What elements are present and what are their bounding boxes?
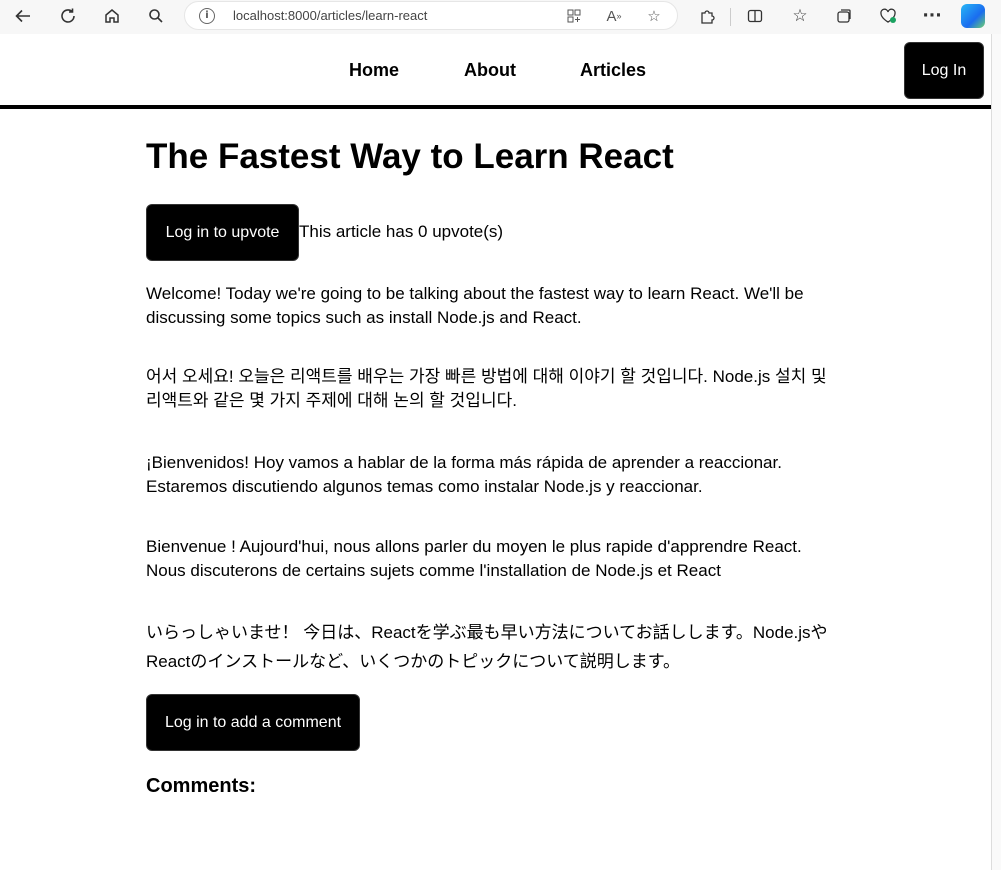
add-comment-button[interactable]: Log in to add a comment (146, 694, 360, 751)
page-title: The Fastest Way to Learn React (146, 137, 674, 176)
site-navbar: Home About Articles Log In (0, 34, 991, 106)
url-text: localhost:8000/articles/learn-react (233, 8, 428, 23)
toolbar-divider (730, 8, 731, 26)
apps-icon[interactable] (563, 6, 585, 26)
paragraph-korean: 어서 오세요! 오늘은 리액트를 배우는 가장 빠른 방법에 대해 이야기 할 … (146, 367, 827, 410)
home-icon[interactable] (97, 2, 127, 30)
upvote-button[interactable]: Log in to upvote (146, 204, 299, 261)
favorite-star-icon[interactable]: ☆ (643, 6, 665, 26)
nav-divider (0, 105, 991, 109)
favorites-icon[interactable]: ☆ (785, 2, 815, 30)
nav-link-about[interactable]: About (464, 60, 516, 81)
nav-link-home[interactable]: Home (349, 60, 399, 81)
more-icon[interactable]: ··· (917, 2, 947, 30)
extensions-icon[interactable] (692, 2, 722, 30)
paragraph-french: Bienvenue ! Aujourd'hui, nous allons par… (146, 537, 802, 580)
browser-essentials-icon[interactable] (873, 2, 903, 30)
copilot-icon[interactable] (961, 4, 985, 28)
comments-heading: Comments: (146, 775, 257, 797)
search-icon[interactable] (141, 2, 171, 30)
read-aloud-icon[interactable]: A» (603, 6, 625, 26)
paragraph-english: Welcome! Today we're going to be talking… (146, 284, 804, 327)
collections-icon[interactable] (829, 2, 859, 30)
site-info-icon[interactable]: i (199, 8, 215, 24)
paragraph-spanish: ¡Bienvenidos! Hoy vamos a hablar de la f… (146, 453, 782, 496)
back-icon[interactable] (8, 2, 38, 30)
paragraph-japanese: いらっしゃいませ！ 今日は、Reactを学ぶ最も早い方法についてお話しします。N… (146, 623, 828, 671)
scrollbar-strip[interactable] (991, 34, 1001, 870)
refresh-icon[interactable] (53, 2, 83, 30)
nav-link-articles[interactable]: Articles (580, 60, 646, 81)
upvote-count-text: This article has 0 upvote(s) (299, 222, 504, 241)
address-bar[interactable]: i localhost:8000/articles/learn-react A»… (184, 1, 678, 30)
browser-toolbar: i localhost:8000/articles/learn-react A»… (0, 0, 1001, 34)
login-button[interactable]: Log In (904, 42, 984, 99)
split-screen-icon[interactable] (740, 2, 770, 30)
